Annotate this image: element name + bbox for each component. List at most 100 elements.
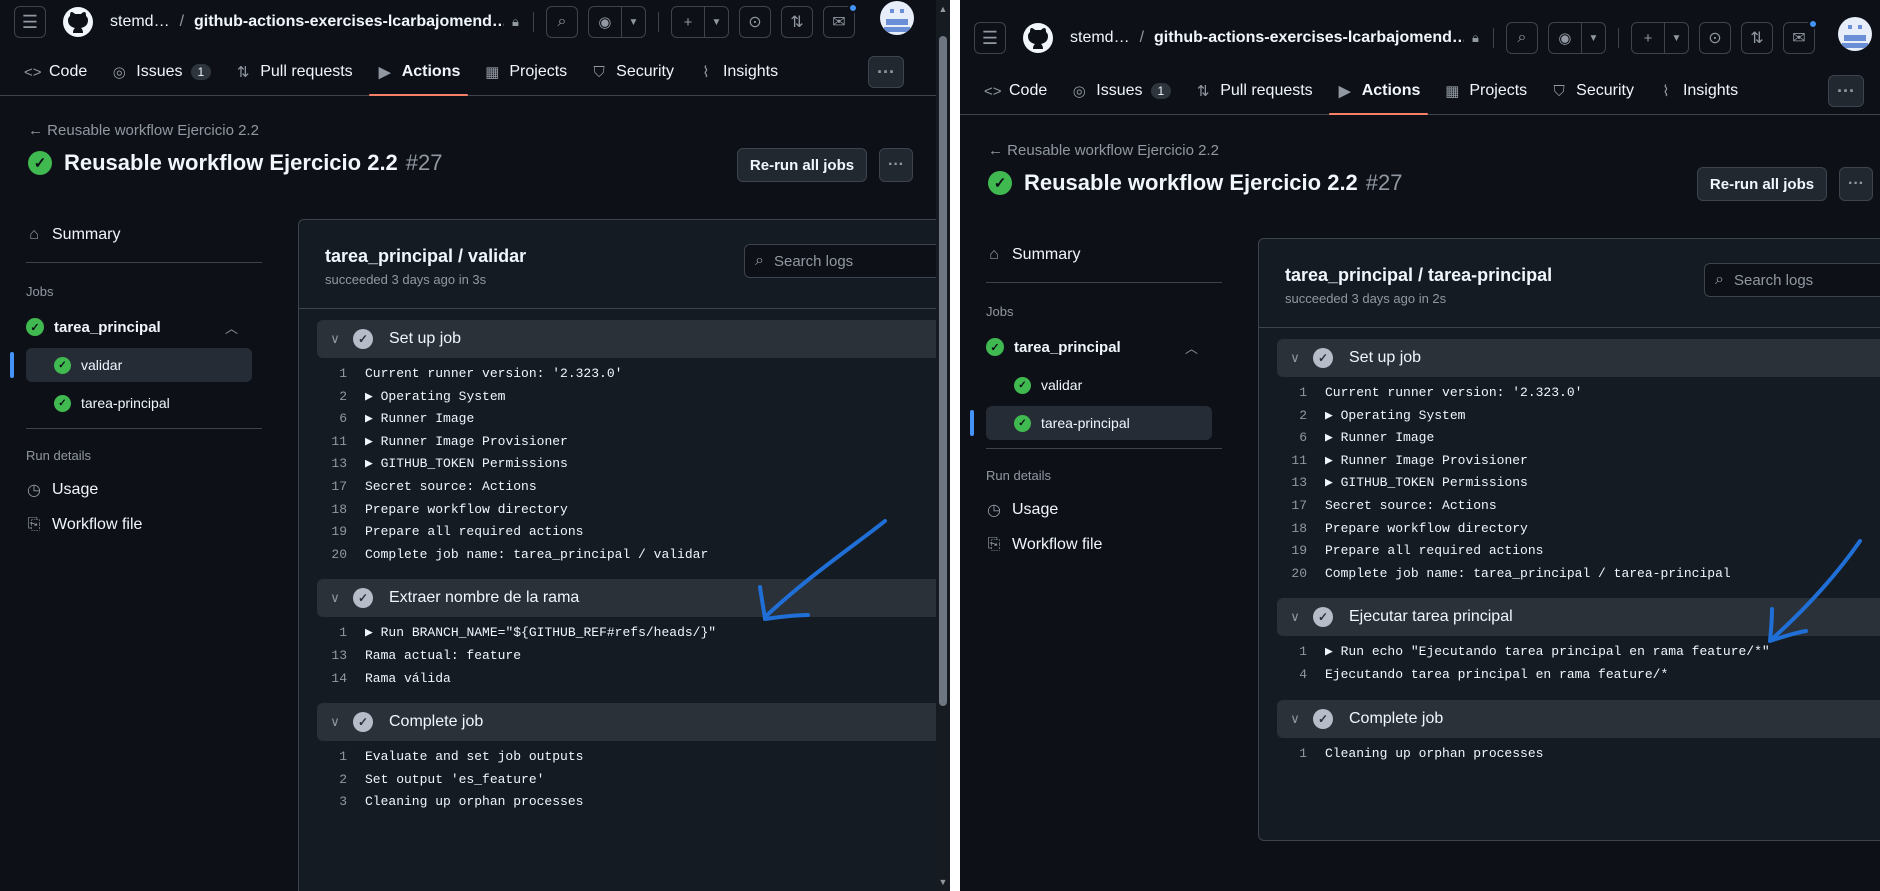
more-tabs-button[interactable]: ··· (868, 56, 904, 88)
rerun-all-jobs-button[interactable]: Re-run all jobs (737, 148, 867, 182)
scroll-thumb[interactable] (939, 36, 947, 706)
line-number[interactable]: 6 (317, 411, 365, 431)
line-number[interactable]: 3 (317, 794, 365, 814)
line-number[interactable]: 13 (317, 456, 365, 476)
line-number[interactable]: 17 (317, 479, 365, 499)
log-step[interactable]: ∨ ✓ Complete job (317, 703, 950, 742)
search-logs-input[interactable]: ⌕ Search logs (744, 244, 950, 278)
scroll-up-icon[interactable]: ▲ (938, 4, 948, 14)
line-number[interactable]: 1 (1277, 746, 1325, 766)
chevron-down-icon[interactable]: ∨ (1277, 609, 1313, 625)
log-step[interactable]: ∨ ✓ Extraer nombre de la rama (317, 579, 950, 618)
inbox-icon[interactable]: ✉ (1782, 19, 1818, 54)
line-number[interactable]: 11 (317, 434, 365, 454)
menu-icon[interactable]: ☰ (974, 22, 1006, 54)
line-number[interactable]: 6 (1277, 430, 1325, 450)
chevron-down-icon[interactable]: ∨ (317, 714, 353, 730)
chevron-up-icon[interactable]: ︿ (225, 318, 238, 337)
tab-pull-requests[interactable]: ⇅ Pull requests (1187, 68, 1321, 114)
tab-code[interactable]: <> Code (16, 49, 95, 95)
line-number[interactable]: 20 (317, 547, 365, 567)
issues-icon[interactable]: ⊙ (738, 6, 771, 38)
pull-request-icon[interactable]: ⇅ (1740, 22, 1773, 54)
chevron-up-icon[interactable]: ︿ (1185, 338, 1198, 357)
scroll-down-icon[interactable]: ▼ (938, 877, 948, 887)
avatar[interactable] (1838, 17, 1872, 51)
job-group-tarea-principal[interactable]: ✓ tarea_principal ︿ (26, 314, 246, 340)
tab-security[interactable]: ⛉ Security (1543, 68, 1642, 114)
log-step[interactable]: ∨ ✓ Complete job (1277, 699, 1880, 738)
job-tarea-principal[interactable]: ✓ tarea-principal (970, 406, 1212, 440)
tab-actions[interactable]: ▶ Actions (368, 49, 469, 96)
sidebar-summary[interactable]: ⌂ Summary (26, 226, 120, 244)
avatar[interactable] (880, 1, 914, 35)
chevron-down-icon[interactable]: ∨ (317, 590, 353, 606)
sidebar-usage[interactable]: ◷ Usage (26, 480, 98, 500)
job-validar[interactable]: ✓ validar (986, 368, 1212, 402)
tab-projects[interactable]: ▦ Projects (1436, 68, 1535, 114)
pull-request-icon[interactable]: ⇅ (780, 6, 813, 38)
menu-icon[interactable]: ☰ (14, 6, 46, 38)
repo-name[interactable]: github-actions-exercises-lcarbajomend… (194, 13, 504, 31)
sidebar-workflow-file[interactable]: ⎘ Workflow file (26, 516, 143, 534)
search-icon[interactable]: ⌕ (1505, 22, 1538, 54)
sidebar-workflow-file[interactable]: ⎘ Workflow file (986, 536, 1103, 554)
tab-actions[interactable]: ▶ Actions (1328, 68, 1429, 115)
back-link[interactable]: ← Reusable workflow Ejercicio 2.2 (988, 142, 1219, 159)
create-new-button[interactable]: + ▼ (1630, 22, 1689, 54)
copilot-button[interactable]: ◉ ▼ (1547, 22, 1606, 54)
job-group-tarea-principal[interactable]: ✓ tarea_principal ︿ (986, 334, 1206, 360)
line-number[interactable]: 1 (317, 625, 365, 645)
tab-issues[interactable]: ◎ Issues 1 (1063, 68, 1179, 114)
line-number[interactable]: 1 (1277, 644, 1325, 664)
kebab-menu-button[interactable]: ··· (1839, 167, 1873, 201)
line-number[interactable]: 18 (317, 502, 365, 522)
more-tabs-button[interactable]: ··· (1828, 75, 1864, 107)
line-number[interactable]: 13 (1277, 475, 1325, 495)
tab-projects[interactable]: ▦ Projects (476, 49, 575, 95)
tab-insights[interactable]: ⌇ Insights (690, 49, 786, 95)
line-number[interactable]: 2 (1277, 408, 1325, 428)
tab-issues[interactable]: ◎ Issues 1 (103, 49, 219, 95)
issues-icon[interactable]: ⊙ (1698, 22, 1731, 54)
chevron-down-icon[interactable]: ∨ (1277, 711, 1313, 727)
sidebar-usage[interactable]: ◷ Usage (986, 500, 1058, 520)
chevron-down-icon[interactable]: ∨ (1277, 350, 1313, 366)
job-validar[interactable]: ✓ validar (10, 348, 252, 382)
scrollbar[interactable]: ▲ ▼ (936, 0, 950, 891)
line-number[interactable]: 18 (1277, 521, 1325, 541)
tab-insights[interactable]: ⌇ Insights (1650, 68, 1746, 114)
line-number[interactable]: 19 (317, 524, 365, 544)
line-number[interactable]: 20 (1277, 566, 1325, 586)
sidebar-summary[interactable]: ⌂ Summary (986, 246, 1080, 264)
tab-pull-requests[interactable]: ⇅ Pull requests (227, 49, 361, 95)
inbox-icon[interactable]: ✉ (822, 3, 858, 38)
tab-security[interactable]: ⛉ Security (583, 49, 682, 95)
tab-code[interactable]: <> Code (976, 68, 1055, 114)
repo-name[interactable]: github-actions-exercises-lcarbajomend… (1154, 29, 1464, 47)
line-number[interactable]: 1 (317, 749, 365, 769)
log-step[interactable]: ∨ ✓ Ejecutar tarea principal (1277, 598, 1880, 637)
create-new-button[interactable]: + ▼ (670, 6, 729, 38)
log-step[interactable]: ∨ ✓ Set up job (1277, 339, 1880, 377)
line-number[interactable]: 14 (317, 671, 365, 691)
log-step[interactable]: ∨ ✓ Set up job (317, 320, 950, 358)
line-number[interactable]: 13 (317, 648, 365, 668)
kebab-menu-button[interactable]: ··· (879, 148, 913, 182)
line-number[interactable]: 1 (317, 366, 365, 386)
rerun-all-jobs-button[interactable]: Re-run all jobs (1697, 167, 1827, 201)
line-number[interactable]: 17 (1277, 498, 1325, 518)
line-number[interactable]: 1 (1277, 385, 1325, 405)
search-icon[interactable]: ⌕ (545, 6, 578, 38)
search-logs-input[interactable]: ⌕ Search logs (1704, 263, 1880, 297)
github-logo-icon[interactable] (1022, 22, 1054, 54)
line-number[interactable]: 11 (1277, 453, 1325, 473)
line-number[interactable]: 2 (317, 772, 365, 792)
repo-owner[interactable]: stemd… (110, 13, 170, 31)
line-number[interactable]: 19 (1277, 543, 1325, 563)
github-logo-icon[interactable] (62, 6, 94, 38)
back-link[interactable]: ← Reusable workflow Ejercicio 2.2 (28, 122, 259, 139)
line-number[interactable]: 2 (317, 389, 365, 409)
repo-owner[interactable]: stemd… (1070, 29, 1130, 47)
job-tarea-principal[interactable]: ✓ tarea-principal (26, 386, 252, 420)
